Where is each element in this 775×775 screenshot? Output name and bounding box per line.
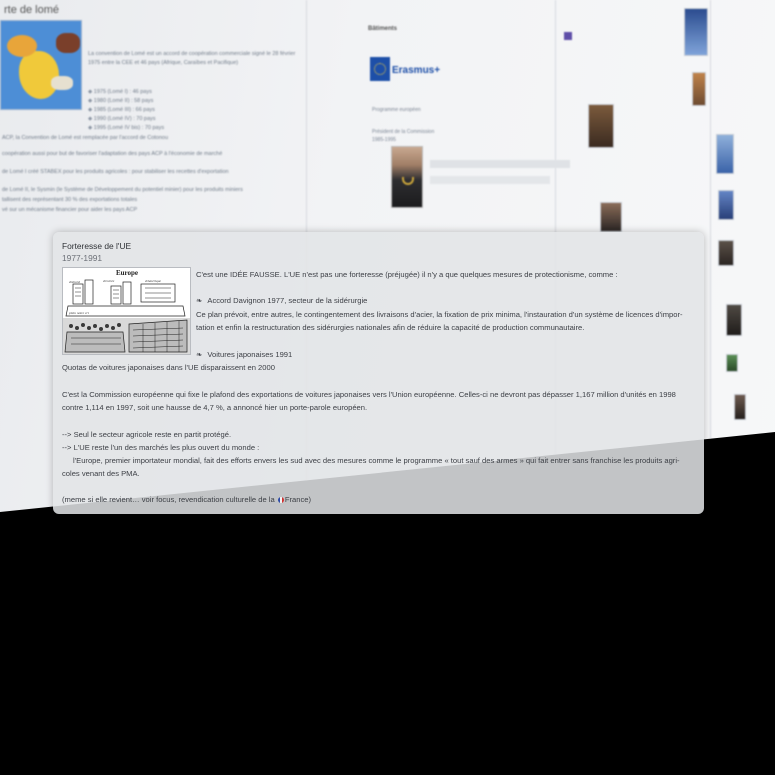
- note-bullet-2: ❧ Voitures japonaises 1991: [196, 348, 292, 361]
- thumbnail-image: [684, 8, 708, 56]
- thumbnail-image: [726, 354, 738, 372]
- background-caption: 1985-1995: [372, 137, 396, 143]
- cartoon-label: plein notre cri: [68, 311, 89, 315]
- note-footer: (meme si elle revient… voir focus, reven…: [62, 493, 311, 506]
- background-section-heading: Bâtiments: [368, 26, 398, 32]
- cartoon-label: d'Amérique: [145, 279, 162, 283]
- thumbnail-image: [734, 394, 746, 420]
- background-paragraph: coopération aussi pour but de favoriser …: [2, 151, 223, 157]
- lome-description: La convention de Lomé est un accord de c…: [88, 51, 296, 66]
- portrait-image: [391, 146, 423, 208]
- erasmus-label: Erasmus+: [392, 65, 441, 76]
- footer-text: (meme si elle revient… voir focus, reven…: [62, 495, 277, 504]
- erasmus-logo: Erasmus+: [370, 57, 444, 83]
- thumbnail-image: [692, 72, 706, 106]
- cartoon-label: d'abord: [69, 280, 80, 284]
- bullet-title: Voitures japonaises 1991: [207, 350, 293, 359]
- list-item: 1980 (Lomé II) : 58 pays: [88, 97, 164, 106]
- background-paragraph: vé sur un mécanisme financier pour aider…: [2, 207, 138, 213]
- list-item: 1990 (Lomé IV) : 70 pays: [88, 115, 164, 124]
- fleuron-icon: ❧: [196, 350, 203, 359]
- fleuron-icon: ❧: [196, 296, 203, 305]
- list-item: 1995 (Lomé IV bis) : 70 pays: [88, 124, 164, 133]
- thumbnail-image: [718, 190, 734, 220]
- note-quote: C'est la Commission européenne qui fixe …: [62, 390, 676, 399]
- thumbnail-image: [716, 134, 734, 174]
- note-panel[interactable]: Forteresse de l'UE 1977-1991 Europe d'ab…: [53, 232, 704, 514]
- note-paragraph: l'Europe, premier importateur mondial, f…: [73, 456, 680, 465]
- background-paragraph: ACP, la Convention de Lomé est remplacée…: [2, 135, 169, 141]
- note-bullet-1: ❧ Accord Davignon 1977, secteur de la sid…: [196, 294, 367, 307]
- note-quote: contre 1,114 en 1997, soit une hausse de…: [62, 403, 368, 412]
- thumbnail-image: [600, 202, 622, 232]
- footer-country: France): [284, 495, 311, 504]
- cartoon-title: Europe: [116, 269, 138, 277]
- note-paragraph: Quotas de voitures japonaises dans l'UE …: [62, 363, 275, 372]
- thumbnail-image: [718, 240, 734, 266]
- background-paragraph: de Lomé II, le Sysmin (le Système de Dév…: [2, 187, 243, 193]
- cartoon-image: Europe d'abord d'entrée d'Amérique plein…: [62, 267, 191, 355]
- background-caption: Programme européen: [372, 107, 421, 113]
- thumbnail-image: [726, 304, 742, 336]
- note-paragraph: Ce plan prévoit, entre autres, le contin…: [196, 310, 683, 319]
- note-arrow-line: --> L'UE reste l'un des marchés les plus…: [62, 443, 260, 452]
- note-paragraph: tation et enfin la restructuration des s…: [196, 323, 585, 332]
- background-caption: Président de la Commission: [372, 129, 435, 135]
- lome-list: 1975 (Lomé I) : 46 pays 1980 (Lomé II) :…: [88, 88, 164, 133]
- background-page-title: rte de lomé: [4, 4, 60, 16]
- note-arrow-line: --> Seul le secteur agricole reste en pa…: [62, 430, 232, 439]
- thumbnail-image: [588, 104, 614, 148]
- background-paragraph: de Lomé I créé STABEX pour les produits …: [2, 169, 229, 175]
- note-dates: 1977-1991: [62, 253, 103, 263]
- background-paragraph: tallisent des représentant 30 % des expo…: [2, 197, 138, 203]
- list-item: 1985 (Lomé III) : 66 pays: [88, 106, 164, 115]
- acp-map-image: [0, 20, 82, 110]
- bullet-title: Accord Davignon 1977, secteur de la sidé…: [207, 296, 368, 305]
- eu-flag-icon: [370, 57, 390, 81]
- list-item: 1975 (Lomé I) : 46 pays: [88, 88, 164, 97]
- france-flag-icon: [277, 496, 284, 503]
- thumbnail-icon: [564, 32, 572, 40]
- cartoon-label: d'entrée: [103, 279, 115, 283]
- note-paragraph: coles venant des PMA.: [62, 469, 140, 478]
- note-intro: C'est une IDÉE FAUSSE. L'UE n'est pas un…: [196, 270, 618, 279]
- vr-scene: rte de lomé La convention de Lomé est un…: [0, 0, 775, 775]
